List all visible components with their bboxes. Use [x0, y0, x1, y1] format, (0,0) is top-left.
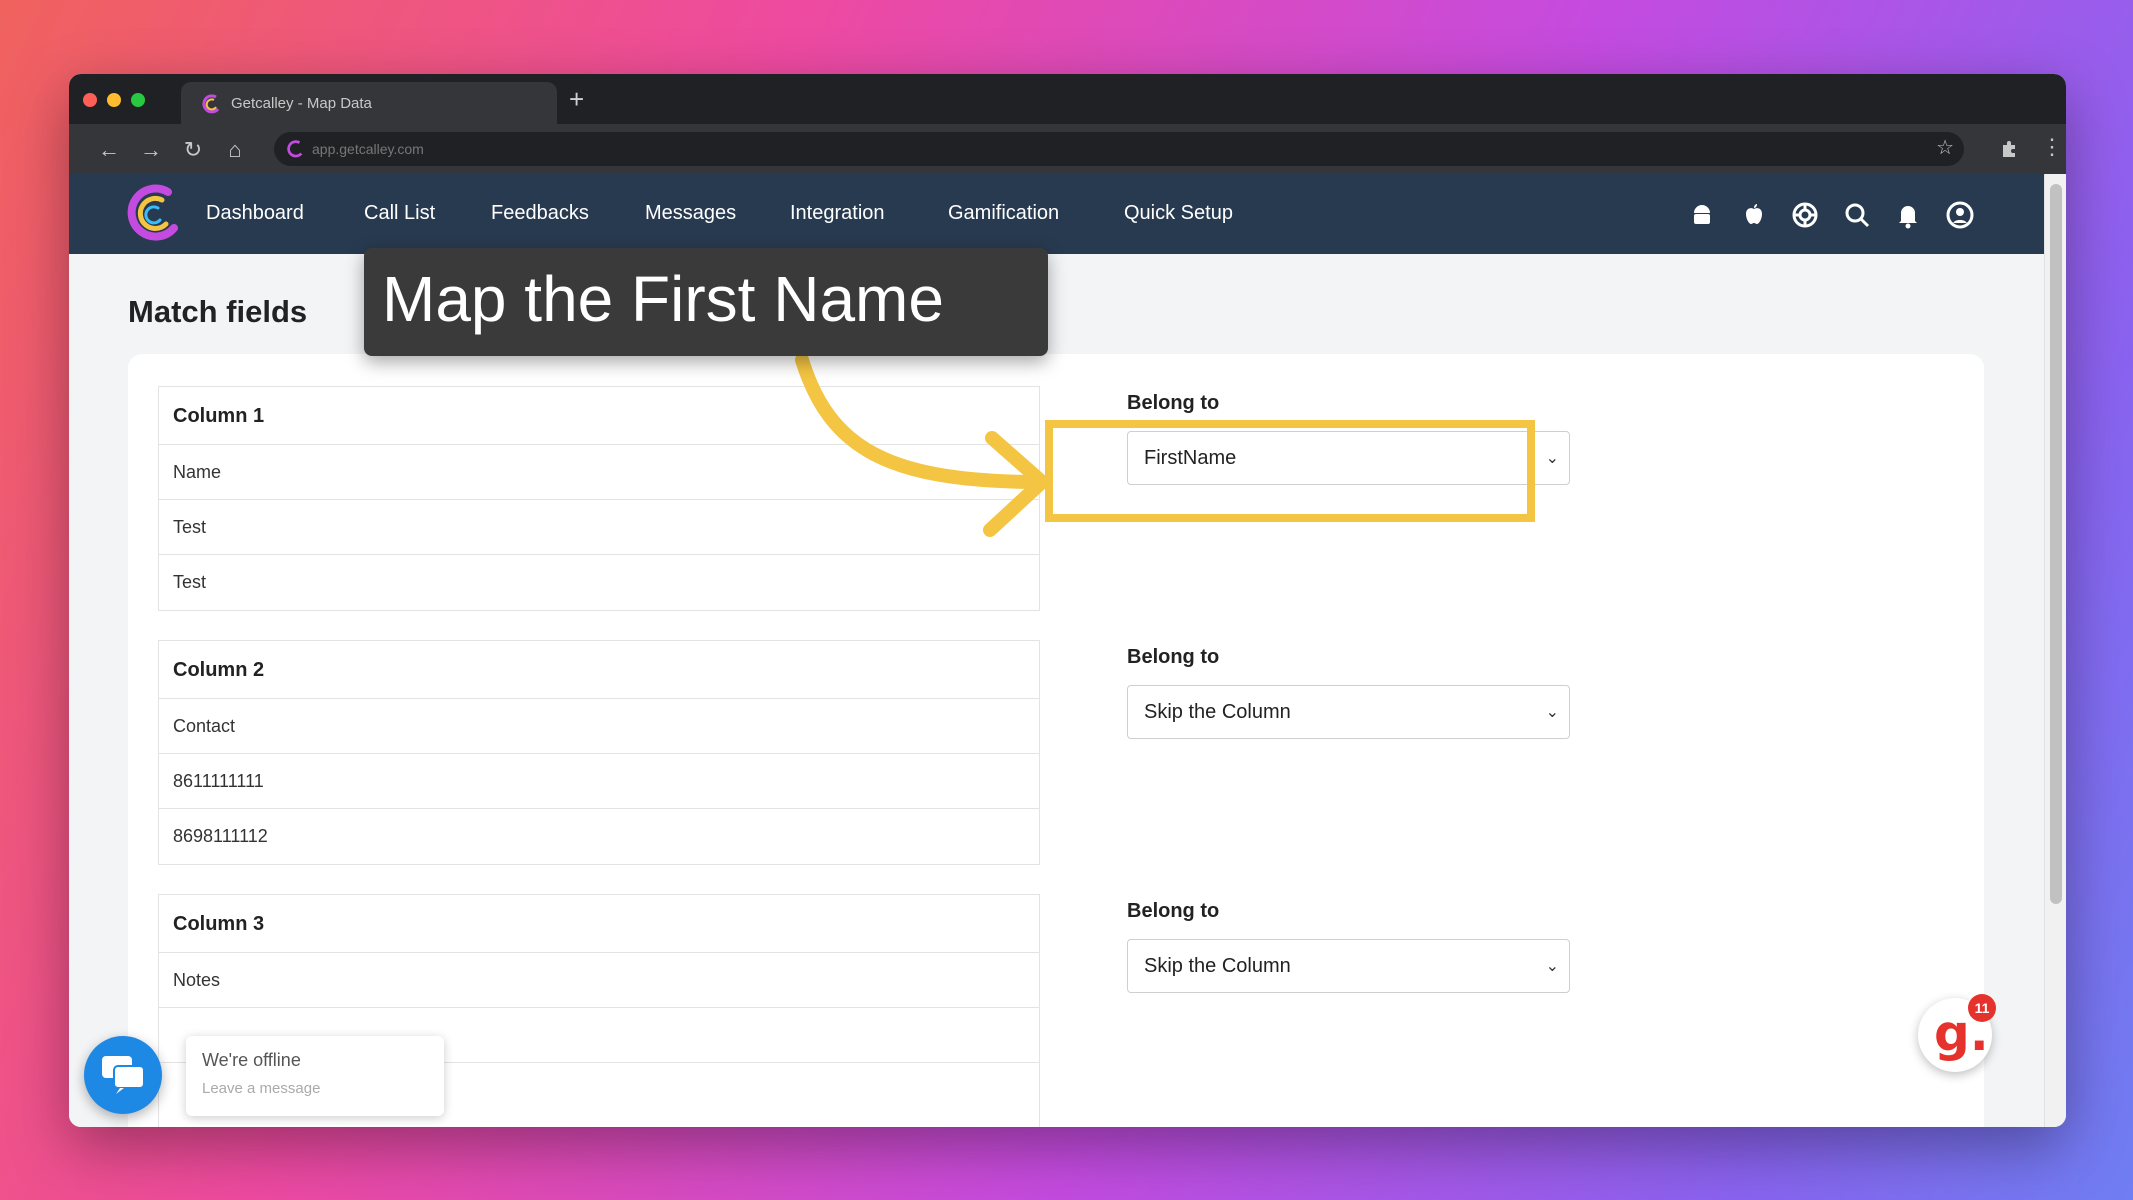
nav-dashboard[interactable]: Dashboard — [206, 202, 304, 225]
offline-subtitle: Leave a message — [202, 1080, 321, 1097]
column-2-field-select[interactable]: Skip the Column ⌄ — [1127, 685, 1570, 739]
tab-bar: Getcalley - Map Data + — [69, 74, 2066, 124]
calley-favicon-icon — [287, 140, 303, 158]
extensions-puzzle-icon[interactable] — [1999, 138, 2021, 160]
nav-gamification[interactable]: Gamification — [948, 202, 1059, 225]
home-button[interactable]: ⌂ — [221, 136, 249, 164]
calley-logo[interactable] — [124, 184, 184, 244]
column-row: Notes — [159, 953, 1039, 1008]
belong-to-label: Belong to — [1127, 900, 1220, 922]
bookmark-star-icon[interactable]: ☆ — [1936, 135, 1954, 160]
offline-title: We're offline — [202, 1050, 301, 1070]
maximize-window-button[interactable] — [131, 93, 145, 107]
new-tab-button[interactable]: + — [569, 84, 584, 115]
column-row: 8698111112 — [173, 826, 268, 846]
select-value: Skip the Column — [1144, 701, 1291, 723]
tab-title: Getcalley - Map Data — [231, 95, 372, 112]
chat-widget-button[interactable] — [84, 1036, 162, 1114]
column-row: Contact — [159, 699, 1039, 754]
pointer-arrow-icon — [795, 353, 1049, 537]
bell-icon[interactable] — [1893, 200, 1923, 230]
forward-button[interactable]: → — [137, 136, 165, 164]
support-icon[interactable] — [1790, 200, 1820, 230]
nav-quick-setup[interactable]: Quick Setup — [1124, 202, 1233, 225]
chevron-down-icon: ⌄ — [1545, 704, 1559, 721]
back-button[interactable]: ← — [95, 136, 123, 164]
close-window-button[interactable] — [83, 93, 97, 107]
search-icon[interactable] — [1842, 200, 1872, 230]
address-bar: ← → ↻ ⌂ app.getcalley.com ☆ ⋮ — [69, 124, 2066, 174]
browser-tab[interactable]: Getcalley - Map Data — [181, 82, 557, 124]
chevron-down-icon: ⌄ — [1545, 958, 1559, 975]
gamification-badge-button[interactable]: g. 11 — [1918, 994, 1996, 1072]
nav-integration[interactable]: Integration — [790, 202, 885, 225]
android-icon[interactable] — [1687, 200, 1717, 230]
column-row: Test — [173, 572, 207, 592]
calley-favicon-icon — [202, 94, 220, 114]
belong-to-label: Belong to — [1127, 392, 1220, 414]
column-header: Column 2 — [159, 641, 1039, 699]
nav-call-list[interactable]: Call List — [364, 202, 435, 225]
nav-messages[interactable]: Messages — [645, 202, 736, 225]
chat-bubble-icon — [102, 1056, 144, 1094]
column-header: Column 3 — [159, 895, 1039, 953]
chevron-down-icon: ⌄ — [1545, 450, 1559, 467]
browser-menu-icon[interactable]: ⋮ — [2041, 134, 2063, 160]
scrollbar-thumb[interactable] — [2050, 184, 2062, 904]
browser-window: Getcalley - Map Data + ← → ↻ ⌂ app.getca… — [69, 74, 2066, 1127]
tooltip-text: Map the First Name — [382, 263, 944, 335]
notification-count-badge: 11 — [1968, 994, 1996, 1022]
url-text: app.getcalley.com — [312, 141, 424, 157]
chat-offline-popup[interactable]: We're offline Leave a message — [186, 1036, 444, 1116]
apple-icon[interactable] — [1739, 200, 1769, 230]
url-field[interactable]: app.getcalley.com ☆ — [274, 132, 1964, 166]
column-2-box: Column 2 Contact 8611111111 8698111112 — [158, 640, 1040, 865]
minimize-window-button[interactable] — [107, 93, 121, 107]
reload-button[interactable]: ↻ — [179, 136, 207, 164]
nav-feedbacks[interactable]: Feedbacks — [491, 202, 589, 225]
column-3-field-select[interactable]: Skip the Column ⌄ — [1127, 939, 1570, 993]
page-scrollbar[interactable] — [2044, 174, 2066, 1127]
tutorial-tooltip: Map the First Name — [364, 248, 1048, 356]
select-value: Skip the Column — [1144, 955, 1291, 977]
page-title: Match fields — [128, 294, 308, 329]
belong-to-label: Belong to — [1127, 646, 1220, 668]
app-navbar: Dashboard Call List Feedbacks Messages I… — [69, 174, 2044, 254]
user-icon[interactable] — [1945, 200, 1975, 230]
column-1-field-select[interactable]: FirstName ⌄ — [1127, 431, 1570, 485]
select-value: FirstName — [1144, 447, 1237, 469]
column-row: 8611111111 — [159, 754, 1039, 809]
